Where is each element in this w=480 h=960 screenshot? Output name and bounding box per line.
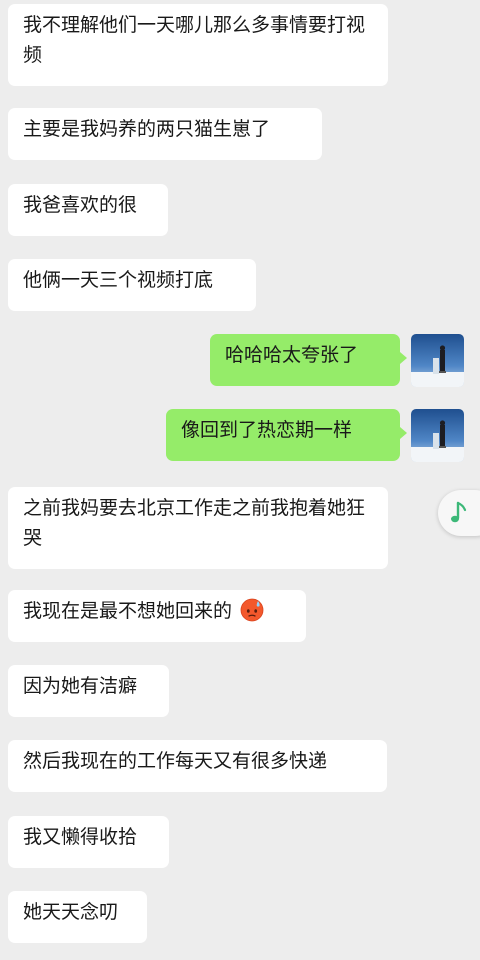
message-bubble-incoming[interactable]: 因为她有洁癖 [8,665,169,717]
avatar-snow-photo [411,409,464,462]
message-text: 她天天念叨 [23,901,119,923]
sweat-emoji-icon [240,598,264,622]
user-avatar[interactable] [411,409,464,462]
avatar-snow-photo [411,334,464,387]
message-bubble-outgoing[interactable]: 哈哈哈太夸张了 [210,334,407,386]
message-text: 主要是我妈养的两只猫生崽了 [23,118,271,140]
message-text: 像回到了热恋期一样 [181,419,353,441]
message-bubble-incoming[interactable]: 他俩一天三个视频打底 [8,259,256,311]
message-text: 他俩一天三个视频打底 [23,269,214,291]
message-bubble-incoming[interactable]: 之前我妈要去北京工作走之前我抱着她狂哭 [8,487,388,569]
message-bubble-outgoing[interactable]: 像回到了热恋期一样 [166,409,407,461]
message-text: 我又懒得收拾 [23,826,138,848]
floating-music-button[interactable] [438,490,480,536]
message-bubble-incoming[interactable]: 我又懒得收拾 [8,816,169,868]
message-text: 我爸喜欢的很 [23,194,138,216]
message-bubble-incoming[interactable]: 她天天念叨 [8,891,147,943]
message-bubble-incoming[interactable]: 我不理解他们一天哪儿那么多事情要打视频 [8,4,388,86]
chat-thread: 我不理解他们一天哪儿那么多事情要打视频 主要是我妈养的两只猫生崽了 我爸喜欢的很… [0,0,480,960]
message-text: 我现在是最不想她回来的 [23,600,233,622]
user-avatar[interactable] [411,334,464,387]
message-text: 然后我现在的工作每天又有很多快递 [23,750,328,772]
message-text: 哈哈哈太夸张了 [225,344,359,366]
message-bubble-incoming[interactable]: 然后我现在的工作每天又有很多快递 [8,740,387,792]
message-bubble-incoming[interactable]: 我爸喜欢的很 [8,184,168,236]
music-note-icon [451,501,467,523]
message-text: 我不理解他们一天哪儿那么多事情要打视频 [23,14,366,66]
message-text: 因为她有洁癖 [23,675,138,697]
message-bubble-incoming[interactable]: 主要是我妈养的两只猫生崽了 [8,108,322,160]
message-text: 之前我妈要去北京工作走之前我抱着她狂哭 [23,497,366,549]
message-bubble-incoming[interactable]: 我现在是最不想她回来的 [8,590,306,642]
